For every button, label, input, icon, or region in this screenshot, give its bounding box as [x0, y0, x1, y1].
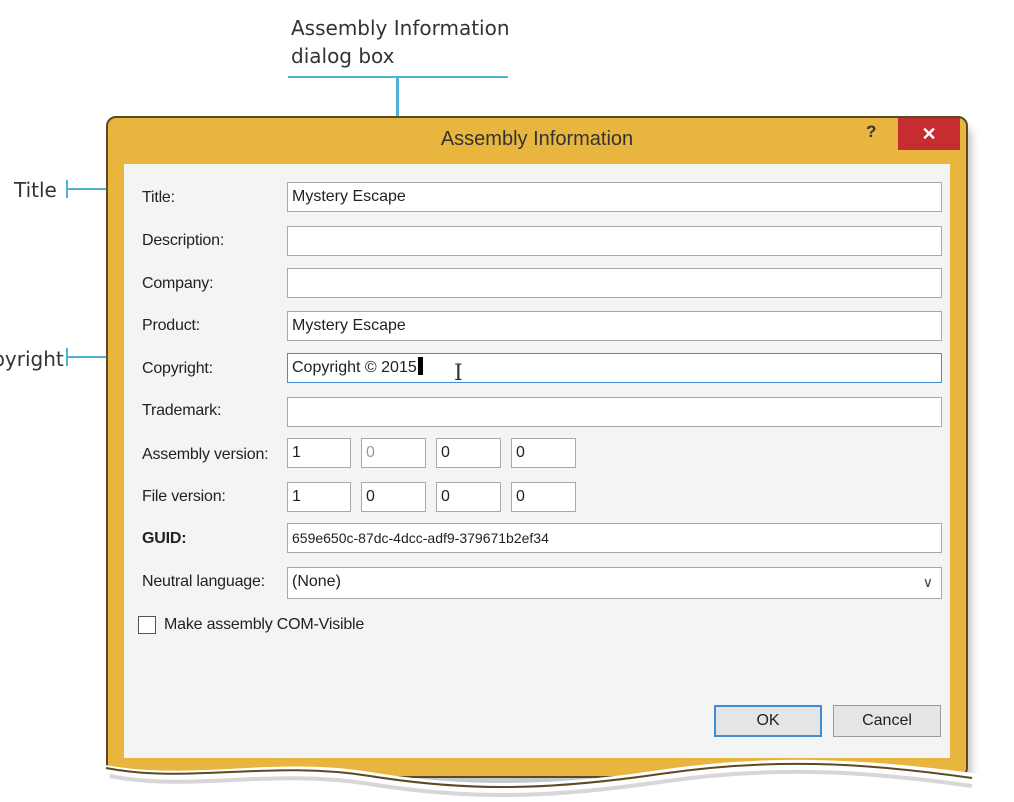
copyright-callout-label: Copyright [0, 347, 64, 371]
text-caret [417, 357, 423, 376]
file-version-major[interactable]: 1 [287, 482, 351, 512]
title-label: Title: [142, 189, 175, 206]
ibeam-cursor-icon: I [454, 361, 463, 386]
file-version-label: File version: [142, 488, 226, 505]
assembly-version-revision[interactable]: 0 [511, 438, 576, 468]
company-label: Company: [142, 275, 214, 292]
copyright-label: Copyright: [142, 360, 213, 377]
help-button[interactable]: ? [866, 122, 876, 142]
dialog-callout-label: Assembly Information dialog box [291, 16, 510, 68]
ok-button[interactable]: OK [714, 705, 822, 737]
trademark-field[interactable] [287, 397, 942, 427]
chevron-down-icon: ∨ [922, 574, 933, 590]
neutral-language-select[interactable]: (None) ∨ [287, 567, 942, 599]
company-field[interactable] [287, 268, 942, 298]
description-field[interactable] [287, 226, 942, 256]
product-label: Product: [142, 317, 200, 334]
assembly-version-minor[interactable]: 0 [361, 438, 426, 468]
dialog-title: Assembly Information [440, 128, 634, 150]
trademark-label: Trademark: [142, 402, 222, 419]
file-version-minor[interactable]: 0 [361, 482, 426, 512]
guid-field[interactable]: 659e650c-87dc-4dcc-adf9-379671b2ef34 [287, 523, 942, 553]
dialog-callout-leader [396, 76, 399, 120]
assembly-version-label: Assembly version: [142, 446, 269, 463]
copyright-field[interactable]: Copyright © 2015 [287, 353, 942, 383]
neutral-language-label: Neutral language: [142, 573, 265, 590]
close-icon: ✕ [921, 124, 937, 144]
cancel-button[interactable]: Cancel [833, 705, 941, 737]
file-version-revision[interactable]: 0 [511, 482, 576, 512]
neutral-language-value: (None) [292, 573, 341, 590]
file-version-build[interactable]: 0 [436, 482, 501, 512]
torn-edge [100, 759, 980, 802]
assembly-version-major[interactable]: 1 [287, 438, 351, 468]
copyright-field-text: Copyright © 2015 [292, 359, 417, 376]
description-label: Description: [142, 232, 225, 249]
product-field[interactable]: Mystery Escape [287, 311, 942, 341]
assembly-version-build[interactable]: 0 [436, 438, 501, 468]
guid-label: GUID: [142, 530, 187, 547]
com-visible-label: Make assembly COM-Visible [164, 616, 365, 633]
com-visible-checkbox[interactable] [138, 616, 156, 634]
close-button[interactable]: ✕ [898, 118, 960, 150]
title-callout-label: Title [14, 178, 57, 202]
title-field[interactable]: Mystery Escape [287, 182, 942, 212]
